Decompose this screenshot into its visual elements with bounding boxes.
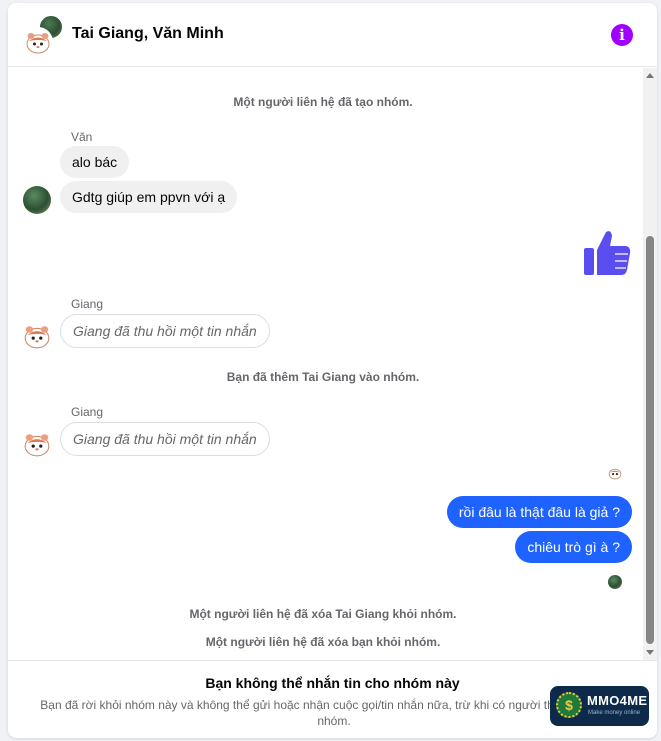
scroll-down-icon[interactable]	[646, 650, 654, 655]
watermark-tagline: Make money online	[588, 710, 641, 716]
system-message: Một người liên hệ đã xóa bạn khỏi nhóm.	[205, 635, 441, 649]
message-list: Một người liên hệ đã tạo nhóm. Văn alo b…	[8, 68, 657, 660]
hamster-icon	[26, 33, 50, 54]
sender-name: Giang	[71, 405, 104, 419]
scroll-up-icon[interactable]	[646, 73, 654, 78]
notice-description: Bạn đã rời khỏi nhóm này và không thể gử…	[40, 698, 628, 728]
hamster-icon	[24, 434, 50, 457]
system-message: Một người liên hệ đã xóa Tai Giang khỏi …	[189, 607, 457, 621]
read-receipt-avatar	[608, 466, 622, 480]
chat-window: Tai Giang, Văn Minh i Một người liên hệ …	[8, 3, 657, 738]
message-bubble[interactable]: alo bác	[60, 146, 130, 178]
read-receipt-avatar	[608, 575, 622, 589]
scroll-thumb[interactable]	[646, 236, 654, 644]
message-bubble[interactable]: Gdtg giúp em ppvn với ạ	[60, 181, 238, 213]
avatar[interactable]	[23, 322, 51, 350]
scrollbar[interactable]	[643, 68, 657, 660]
hamster-icon	[608, 468, 622, 480]
group-avatar[interactable]	[23, 14, 67, 58]
system-message: Bạn đã thêm Tai Giang vào nhóm.	[226, 370, 420, 384]
member-avatar-giang	[23, 27, 53, 57]
watermark-logo: $ MMO4ME Make money online	[550, 686, 649, 726]
outgoing-message[interactable]: chiêu trò gì à ?	[515, 531, 632, 563]
recalled-message[interactable]: Giang đã thu hồi một tin nhắn	[60, 314, 270, 348]
chat-title[interactable]: Tai Giang, Văn Minh	[72, 25, 224, 43]
thumbs-up-icon[interactable]	[582, 228, 632, 278]
outgoing-message[interactable]: rồi đâu là thật đâu là giả ?	[446, 496, 632, 528]
hamster-icon	[24, 326, 50, 349]
system-message: Một người liên hệ đã tạo nhóm.	[233, 95, 413, 109]
sender-name: Giang	[71, 297, 104, 311]
avatar[interactable]	[23, 430, 51, 458]
recalled-message[interactable]: Giang đã thu hồi một tin nhắn	[60, 422, 270, 456]
chat-header: Tai Giang, Văn Minh i	[8, 3, 657, 67]
watermark-brand: MMO4ME	[587, 693, 648, 708]
info-icon[interactable]: i	[611, 24, 633, 46]
avatar[interactable]	[23, 186, 51, 214]
sender-name: Văn	[71, 130, 93, 144]
coin-icon: $	[556, 692, 582, 718]
